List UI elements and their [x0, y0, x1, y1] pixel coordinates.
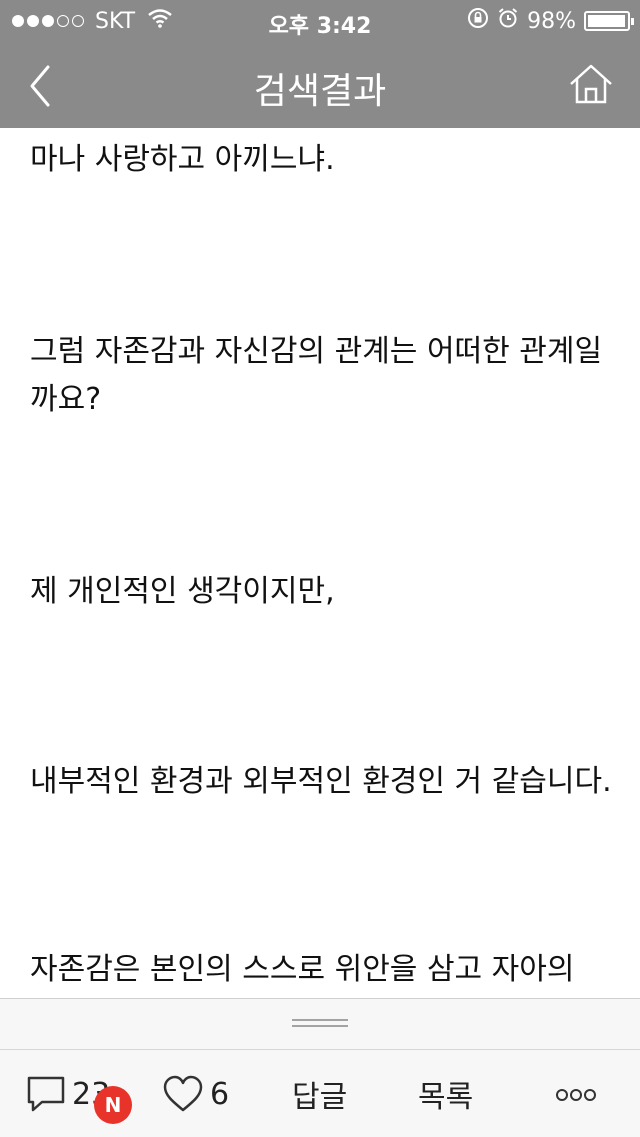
top-bar: SKT 오후 3:42 98% 검색결과 [0, 0, 640, 128]
article-content: 마나 사랑하고 아끼느냐. 그럼 자존감과 자신감의 관계는 어떠한 관계일까요… [30, 128, 620, 998]
status-bar: SKT 오후 3:42 98% [0, 0, 640, 40]
battery-cap [631, 18, 634, 25]
battery-percent: 98% [527, 8, 576, 34]
home-button[interactable] [566, 60, 616, 110]
list-button[interactable]: 목록 [418, 1072, 473, 1116]
action-toolbar: 23 N 6 답글 목록 [0, 1050, 640, 1137]
paragraph: 내부적인 환경과 외부적인 환경인 거 같습니다. [30, 764, 612, 799]
paragraph: 그럼 자존감과 자신감의 관계는 어떠한 관계일까요? [30, 334, 603, 417]
reply-button[interactable]: 답글 [292, 1072, 347, 1116]
more-dot [584, 1089, 596, 1101]
heart-icon [163, 1075, 203, 1112]
page-title: 검색결과 [253, 71, 387, 112]
status-right: 98% [459, 7, 634, 35]
paragraph: 제 개인적인 생각이지만, [30, 574, 335, 609]
comment-icon [27, 1076, 65, 1112]
bottom-panel: 23 N 6 답글 목록 [0, 998, 640, 1137]
like-button[interactable]: 6 [162, 1072, 229, 1116]
home-icon [570, 64, 612, 104]
paragraph: 마나 사랑하고 아끼느냐. [30, 142, 335, 177]
paragraph: 자존감은 본인의 스스로 위안을 삼고 자아의 [30, 952, 575, 987]
more-icon[interactable] [556, 1087, 596, 1103]
more-dot [556, 1089, 568, 1101]
new-badge: N [94, 1086, 132, 1124]
battery-icon [584, 11, 634, 31]
alarm-icon [497, 7, 519, 35]
navigation-bar: 검색결과 [0, 40, 640, 128]
drag-handle[interactable] [292, 1019, 348, 1029]
battery-fill [588, 15, 625, 27]
like-count: 6 [210, 1076, 230, 1112]
more-dot [570, 1089, 582, 1101]
orientation-lock-icon [467, 7, 489, 35]
